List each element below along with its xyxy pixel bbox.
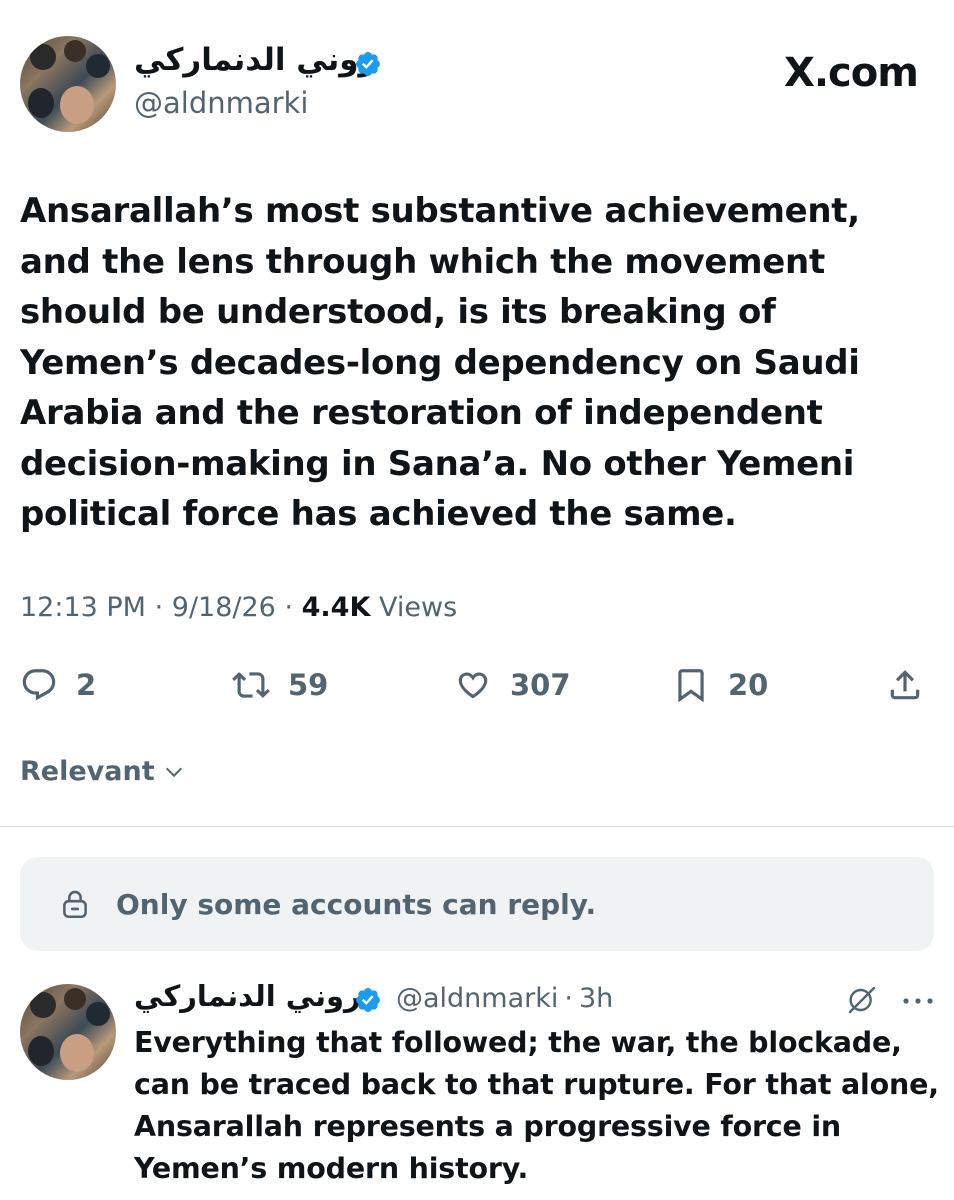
reply-author-name[interactable]: روني الدنماركي	[134, 979, 361, 1013]
reply-author-handle[interactable]: @aldnmarki	[396, 983, 558, 1014]
site-label: X.com	[784, 50, 919, 96]
reply-restriction-banner: Only some accounts can reply.	[20, 857, 934, 951]
verified-badge-icon	[356, 988, 380, 1012]
bookmark-button[interactable]: 20	[672, 664, 768, 706]
reply-restriction-text: Only some accounts can reply.	[116, 887, 597, 921]
author-avatar[interactable]	[20, 36, 116, 132]
like-count: 307	[510, 668, 571, 702]
bookmark-count: 20	[728, 668, 769, 702]
tweet-date[interactable]: 9/18/26	[172, 592, 276, 623]
share-button[interactable]	[886, 664, 924, 706]
reply-button[interactable]: 2	[20, 664, 96, 706]
repost-button[interactable]: 59	[232, 664, 328, 706]
chevron-down-icon	[165, 767, 182, 777]
reply-handle-line: @aldnmarki · 3h	[396, 983, 613, 1014]
reply-text: Everything that followed; the war, the b…	[134, 1026, 939, 1185]
tweet-time[interactable]: 12:13 PM	[20, 592, 146, 623]
more-dots-icon[interactable]	[902, 996, 934, 1006]
lock-icon	[63, 890, 87, 919]
author-display-name[interactable]: روني الدنماركي	[134, 42, 376, 78]
bookmark-icon	[678, 669, 704, 703]
reply-separator: ·	[564, 983, 573, 1014]
views-label: Views	[379, 592, 458, 623]
heart-icon	[458, 672, 488, 699]
grok-icon[interactable]	[846, 984, 878, 1016]
repost-arrows-icon	[232, 672, 270, 698]
reply-count: 2	[76, 668, 97, 702]
meta-separator: ·	[284, 592, 294, 623]
section-divider	[0, 826, 954, 827]
tweet-text: Ansarallah’s most substantive achievemen…	[20, 191, 860, 534]
speech-bubble-icon	[22, 669, 56, 701]
reply-time[interactable]: 3h	[579, 983, 613, 1014]
tweet-meta: 12:13 PM · 9/18/26 · 4.4K Views	[20, 592, 457, 623]
sort-replies-dropdown[interactable]: Relevant	[20, 756, 185, 787]
views-count: 4.4K	[301, 592, 371, 623]
reply-author-avatar[interactable]	[20, 984, 116, 1080]
repost-count: 59	[288, 668, 329, 702]
share-upload-icon	[890, 670, 920, 700]
meta-separator: ·	[154, 592, 164, 623]
like-button[interactable]: 307	[454, 664, 571, 706]
verified-badge-icon	[356, 52, 380, 76]
author-handle[interactable]: @aldnmarki	[134, 86, 308, 120]
sort-label: Relevant	[20, 756, 155, 787]
